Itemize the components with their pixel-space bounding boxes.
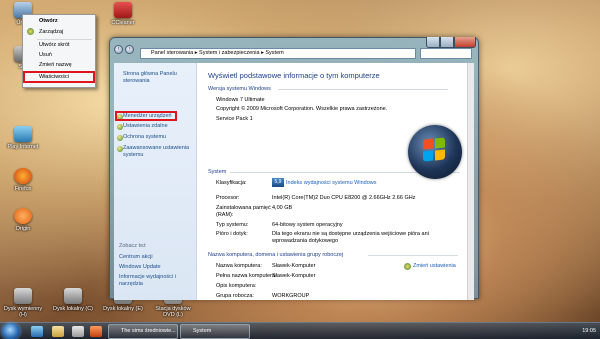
page-title: Wyświetl podstawowe informacje o tym kom…: [208, 71, 380, 80]
workgroup-value: WORKGROUP: [272, 293, 310, 299]
main-pane: Wyświetl podstawowe informacje o tym kom…: [198, 63, 474, 300]
maximize-button[interactable]: [440, 37, 454, 48]
section-title-computer: Nazwa komputera, domena i ustawienia gru…: [208, 252, 344, 258]
menu-item-manage[interactable]: Zarządzaj: [39, 29, 63, 35]
drive-icon: [14, 288, 32, 304]
menu-item-create-shortcut[interactable]: Utwórz skrót: [39, 42, 70, 48]
back-button[interactable]: ‹: [114, 45, 123, 54]
desktop-icon-drive-h[interactable]: Dysk wymienny (H): [0, 288, 46, 318]
workgroup-label: Grupa robocza:: [216, 293, 254, 299]
description-label: Opis komputera:: [216, 283, 257, 289]
pen-touch-value: Dla tego ekranu nie są dostępne urządzen…: [272, 231, 429, 244]
title-bar[interactable]: ‹ › Panel sterowania ▸ System i zabezpie…: [110, 37, 478, 60]
processor-value: Intel(R) Core(TM)2 Duo CPU E8200 @ 2.66G…: [272, 195, 416, 201]
computer-name-label: Nazwa komputera:: [216, 263, 262, 269]
minimize-button[interactable]: [426, 37, 440, 48]
pen-touch-label: Pióro i dotyk:: [216, 231, 248, 237]
system-type-value: 64-bitowy system operacyjny: [272, 222, 343, 228]
desktop-icon-ccleaner[interactable]: CCleaner: [100, 2, 146, 26]
highlight-box: [23, 71, 95, 83]
app-icon[interactable]: [90, 326, 102, 337]
section-title-edition: Wersja systemu Windows: [208, 86, 271, 92]
action-center-link[interactable]: Centrum akcji: [119, 254, 191, 261]
highlight-box: [115, 111, 177, 121]
ram-label: Zainstalowana pamięć (RAM):: [216, 205, 271, 218]
menu-separator: [37, 39, 92, 40]
edition-name: Windows 7 Ultimate: [216, 97, 265, 103]
vertical-scrollbar[interactable]: [467, 63, 474, 300]
wei-link[interactable]: Indeks wydajności systemu Windows: [286, 180, 376, 186]
firefox-icon: [14, 168, 32, 184]
menu-item-rename[interactable]: Zmień nazwę: [39, 62, 72, 68]
section-divider: [278, 89, 448, 90]
clock[interactable]: 19:05: [582, 328, 596, 334]
caption-buttons: [426, 37, 476, 49]
shield-icon: [404, 263, 411, 270]
left-pane: Strona główna Panelu sterowania Menedżer…: [114, 63, 197, 300]
breadcrumb-item[interactable]: Panel sterowania: [151, 50, 193, 56]
wei-score-badge[interactable]: 5,9: [272, 178, 284, 187]
ccleaner-icon: [114, 2, 132, 18]
control-panel-home-link[interactable]: Strona główna Panelu sterowania: [123, 71, 195, 85]
remote-settings-link[interactable]: Ustawienia zdalne: [123, 123, 195, 130]
menu-item-open[interactable]: Otwórz: [39, 18, 58, 24]
change-settings-link[interactable]: Zmień ustawienia: [413, 263, 456, 269]
windows-logo-icon: [408, 125, 462, 179]
folder-icon[interactable]: [52, 326, 64, 337]
breadcrumb-item[interactable]: System i zabezpieczenia: [199, 50, 260, 56]
taskbar: The sims średniowie... System 19:05: [0, 322, 600, 339]
computer-name-value: Sławek-Komputer: [272, 263, 316, 269]
full-name-value: Sławek-Komputer: [272, 273, 316, 279]
shield-icon: [27, 28, 34, 35]
system-window: ‹ › Panel sterowania ▸ System i zabezpie…: [109, 37, 479, 300]
address-bar[interactable]: Panel sterowania ▸ System i zabezpieczen…: [140, 48, 416, 59]
internet-icon: [14, 126, 32, 142]
system-protection-link[interactable]: Ochrona systemu: [123, 134, 195, 141]
system-type-label: Typ systemu:: [216, 222, 249, 228]
ram-value: 4,00 GB: [272, 205, 293, 211]
processor-label: Procesor:: [216, 195, 240, 201]
menu-item-delete[interactable]: Usuń: [39, 52, 52, 58]
desktop-icon-play-internet[interactable]: Play Internet: [0, 126, 46, 150]
full-name-label: Pełna nazwa komputera:: [216, 273, 277, 279]
internet-explorer-icon[interactable]: [31, 326, 43, 337]
desktop-icon-firefox[interactable]: Firefox: [0, 168, 46, 192]
window-content: Strona główna Panelu sterowania Menedżer…: [114, 63, 474, 300]
desktop-icon-origin[interactable]: Origin: [0, 208, 46, 232]
performance-tools-link[interactable]: Informacje wydajności i narzędzia: [119, 274, 191, 288]
drive-icon: [64, 288, 82, 304]
section-divider: [368, 255, 458, 256]
forward-button[interactable]: ›: [125, 45, 134, 54]
windows-update-link[interactable]: Windows Update: [119, 264, 191, 271]
rating-label: Klasyfikacja:: [216, 180, 247, 186]
service-pack: Service Pack 1: [216, 116, 253, 122]
start-button[interactable]: [2, 323, 20, 339]
taskbar-button-system[interactable]: System: [180, 324, 250, 339]
taskbar-button-sims[interactable]: The sims średniowie...: [108, 324, 178, 339]
media-player-icon[interactable]: [72, 326, 84, 337]
desktop-icon-drive-c[interactable]: Dysk lokalny (C): [50, 288, 96, 312]
breadcrumb-item[interactable]: System: [265, 50, 283, 56]
close-button[interactable]: [454, 37, 476, 48]
context-menu: Otwórz Zarządzaj Utwórz skrót Usuń Zmień…: [22, 14, 96, 88]
see-also-title: Zobacz też: [119, 243, 146, 249]
origin-icon: [14, 208, 32, 224]
copyright-text: Copyright © 2009 Microsoft Corporation. …: [216, 106, 388, 112]
system-tray: 19:05: [582, 323, 596, 339]
section-title-system: System: [208, 169, 227, 175]
advanced-settings-link[interactable]: Zaawansowane ustawienia systemu: [123, 145, 195, 159]
search-input[interactable]: [420, 48, 472, 59]
